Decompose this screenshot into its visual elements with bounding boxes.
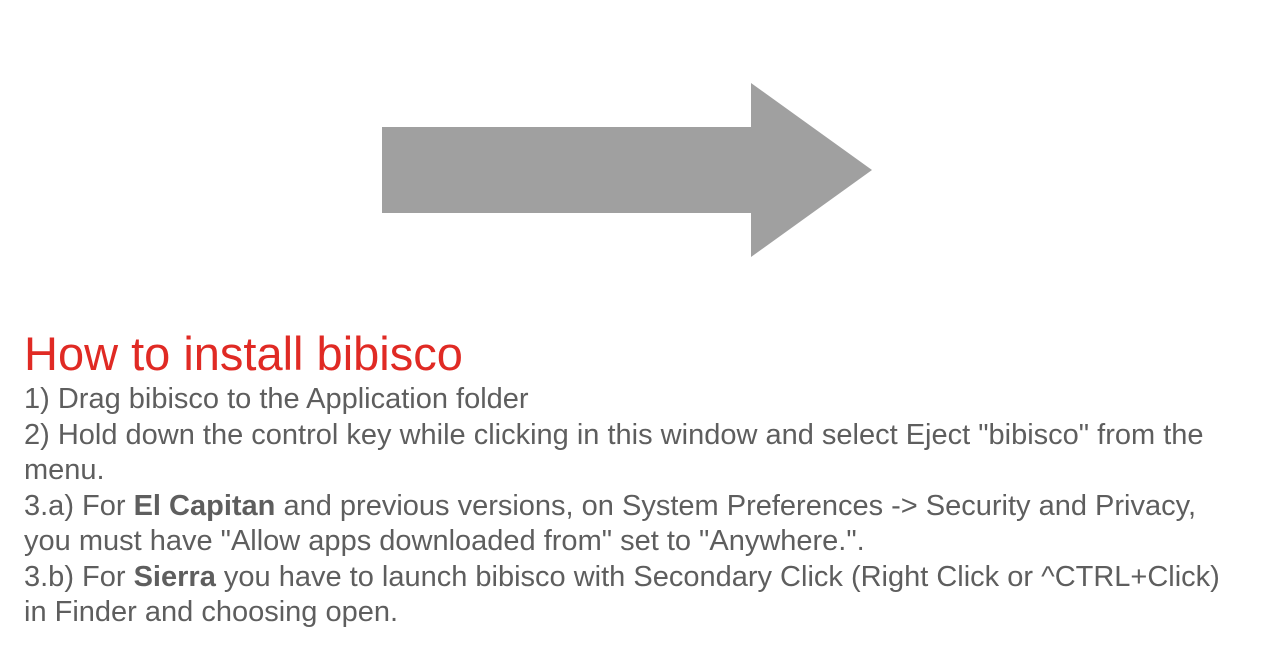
right-arrow-shape xyxy=(382,83,872,257)
right-arrow-icon xyxy=(382,83,872,257)
instructions-title: How to install bibisco xyxy=(24,327,463,380)
step-1: 1) Drag bibisco to the Application folde… xyxy=(24,383,529,415)
install-instructions: How to install bibisco 1) Drag bibisco t… xyxy=(24,330,1224,631)
instructions-steps: 1) Drag bibisco to the Application folde… xyxy=(24,382,1224,631)
step-3b-prefix: 3.b) For xyxy=(24,560,134,593)
step-2: 2) Hold down the control key while click… xyxy=(24,418,1204,487)
step-3a-os-name: El Capitan xyxy=(133,489,276,522)
step-3a-prefix: 3.a) For xyxy=(24,489,134,522)
step-3b: 3.b) For Sierra you have to launch bibis… xyxy=(24,560,1224,631)
step-3b-os-name: Sierra xyxy=(133,560,216,593)
step-3a: 3.a) For El Capitan and previous version… xyxy=(24,489,1224,560)
